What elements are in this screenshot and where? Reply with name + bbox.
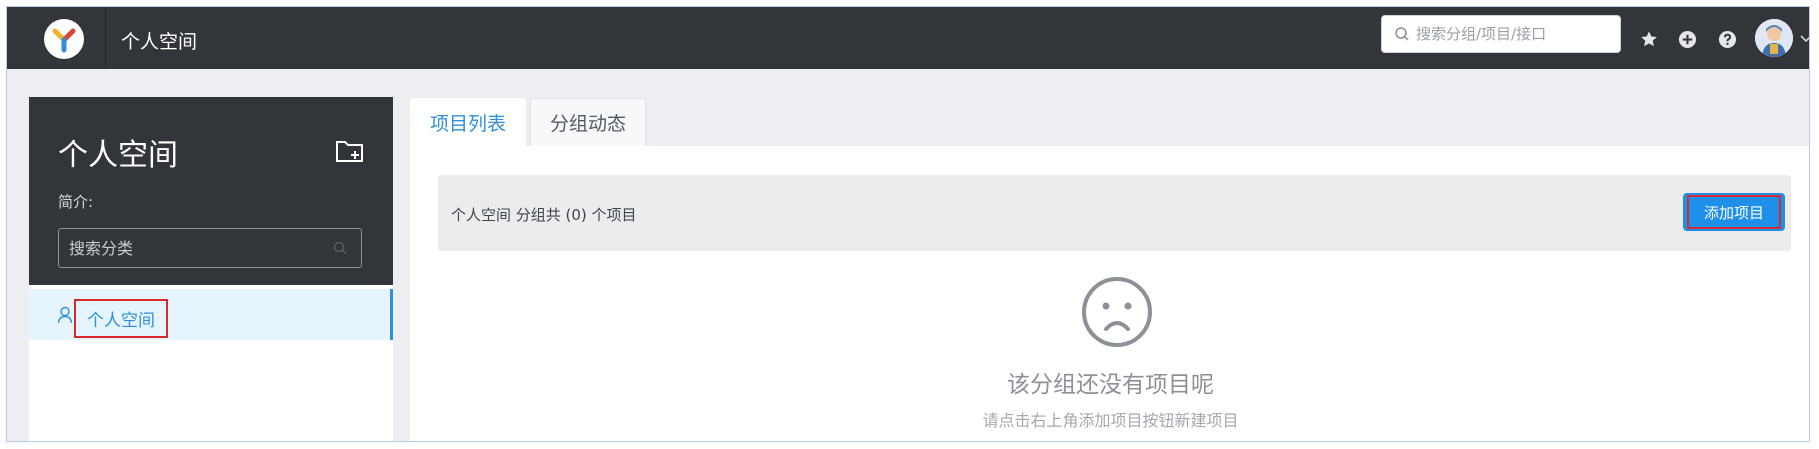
user-icon — [57, 306, 73, 324]
logo-icon[interactable] — [44, 19, 84, 59]
add-circle-icon[interactable] — [1677, 29, 1697, 49]
page-title: 个人空间 — [121, 31, 198, 53]
star-icon[interactable] — [1639, 29, 1659, 49]
group-sidebar: 个人空间 简介: 搜索分类 个人空间 — [29, 97, 393, 441]
search-input[interactable] — [1416, 25, 1616, 43]
search-icon — [1395, 27, 1409, 41]
group-title: 个人空间 — [58, 138, 178, 173]
group-description-label: 简介: — [58, 193, 94, 211]
search-icon — [333, 241, 346, 254]
new-folder-icon[interactable] — [335, 137, 365, 165]
screen: 个人空间 搜索分组/项目/接口 个人空间 简介: 搜索分类 个人空间 项目列表 … — [0, 0, 1819, 449]
empty-state-title: 该分组还没有项目呢 — [1007, 372, 1214, 398]
help-icon[interactable] — [1717, 29, 1737, 49]
tab-project-list[interactable]: 项目列表 — [410, 98, 526, 146]
sad-face-icon — [1082, 277, 1152, 347]
header-divider — [105, 7, 106, 69]
add-project-button-label: 添加项目 — [1687, 195, 1781, 229]
add-project-button[interactable]: 添加项目 — [1683, 193, 1785, 231]
app-window: 个人空间 搜索分组/项目/接口 个人空间 简介: 搜索分类 个人空间 项目列表 … — [6, 6, 1810, 442]
sidebar-header: 个人空间 简介: — [29, 97, 393, 285]
project-summary-bar: 个人空间 分组共 (0) 个项目 添加项目 — [438, 175, 1791, 251]
project-count-text: 个人空间 分组共 (0) 个项目 — [451, 206, 637, 224]
project-list-panel: 个人空间 分组共 (0) 个项目 添加项目 该分组还没有项目呢 请点击右上角添加… — [410, 146, 1809, 441]
category-search-input[interactable] — [59, 238, 319, 258]
sidebar-item-personal-space[interactable]: 个人空间 — [29, 289, 393, 340]
tab-group-activity[interactable]: 分组动态 — [530, 98, 646, 146]
empty-state-subtitle: 请点击右上角添加项目按钮新建项目 — [982, 411, 1239, 430]
sidebar-item-label: 个人空间 — [74, 299, 168, 338]
global-search[interactable] — [1381, 15, 1621, 53]
chevron-down-icon[interactable] — [1799, 34, 1810, 44]
top-nav-bar: 个人空间 — [7, 7, 1809, 69]
avatar[interactable] — [1755, 19, 1793, 57]
category-search[interactable] — [58, 228, 362, 268]
